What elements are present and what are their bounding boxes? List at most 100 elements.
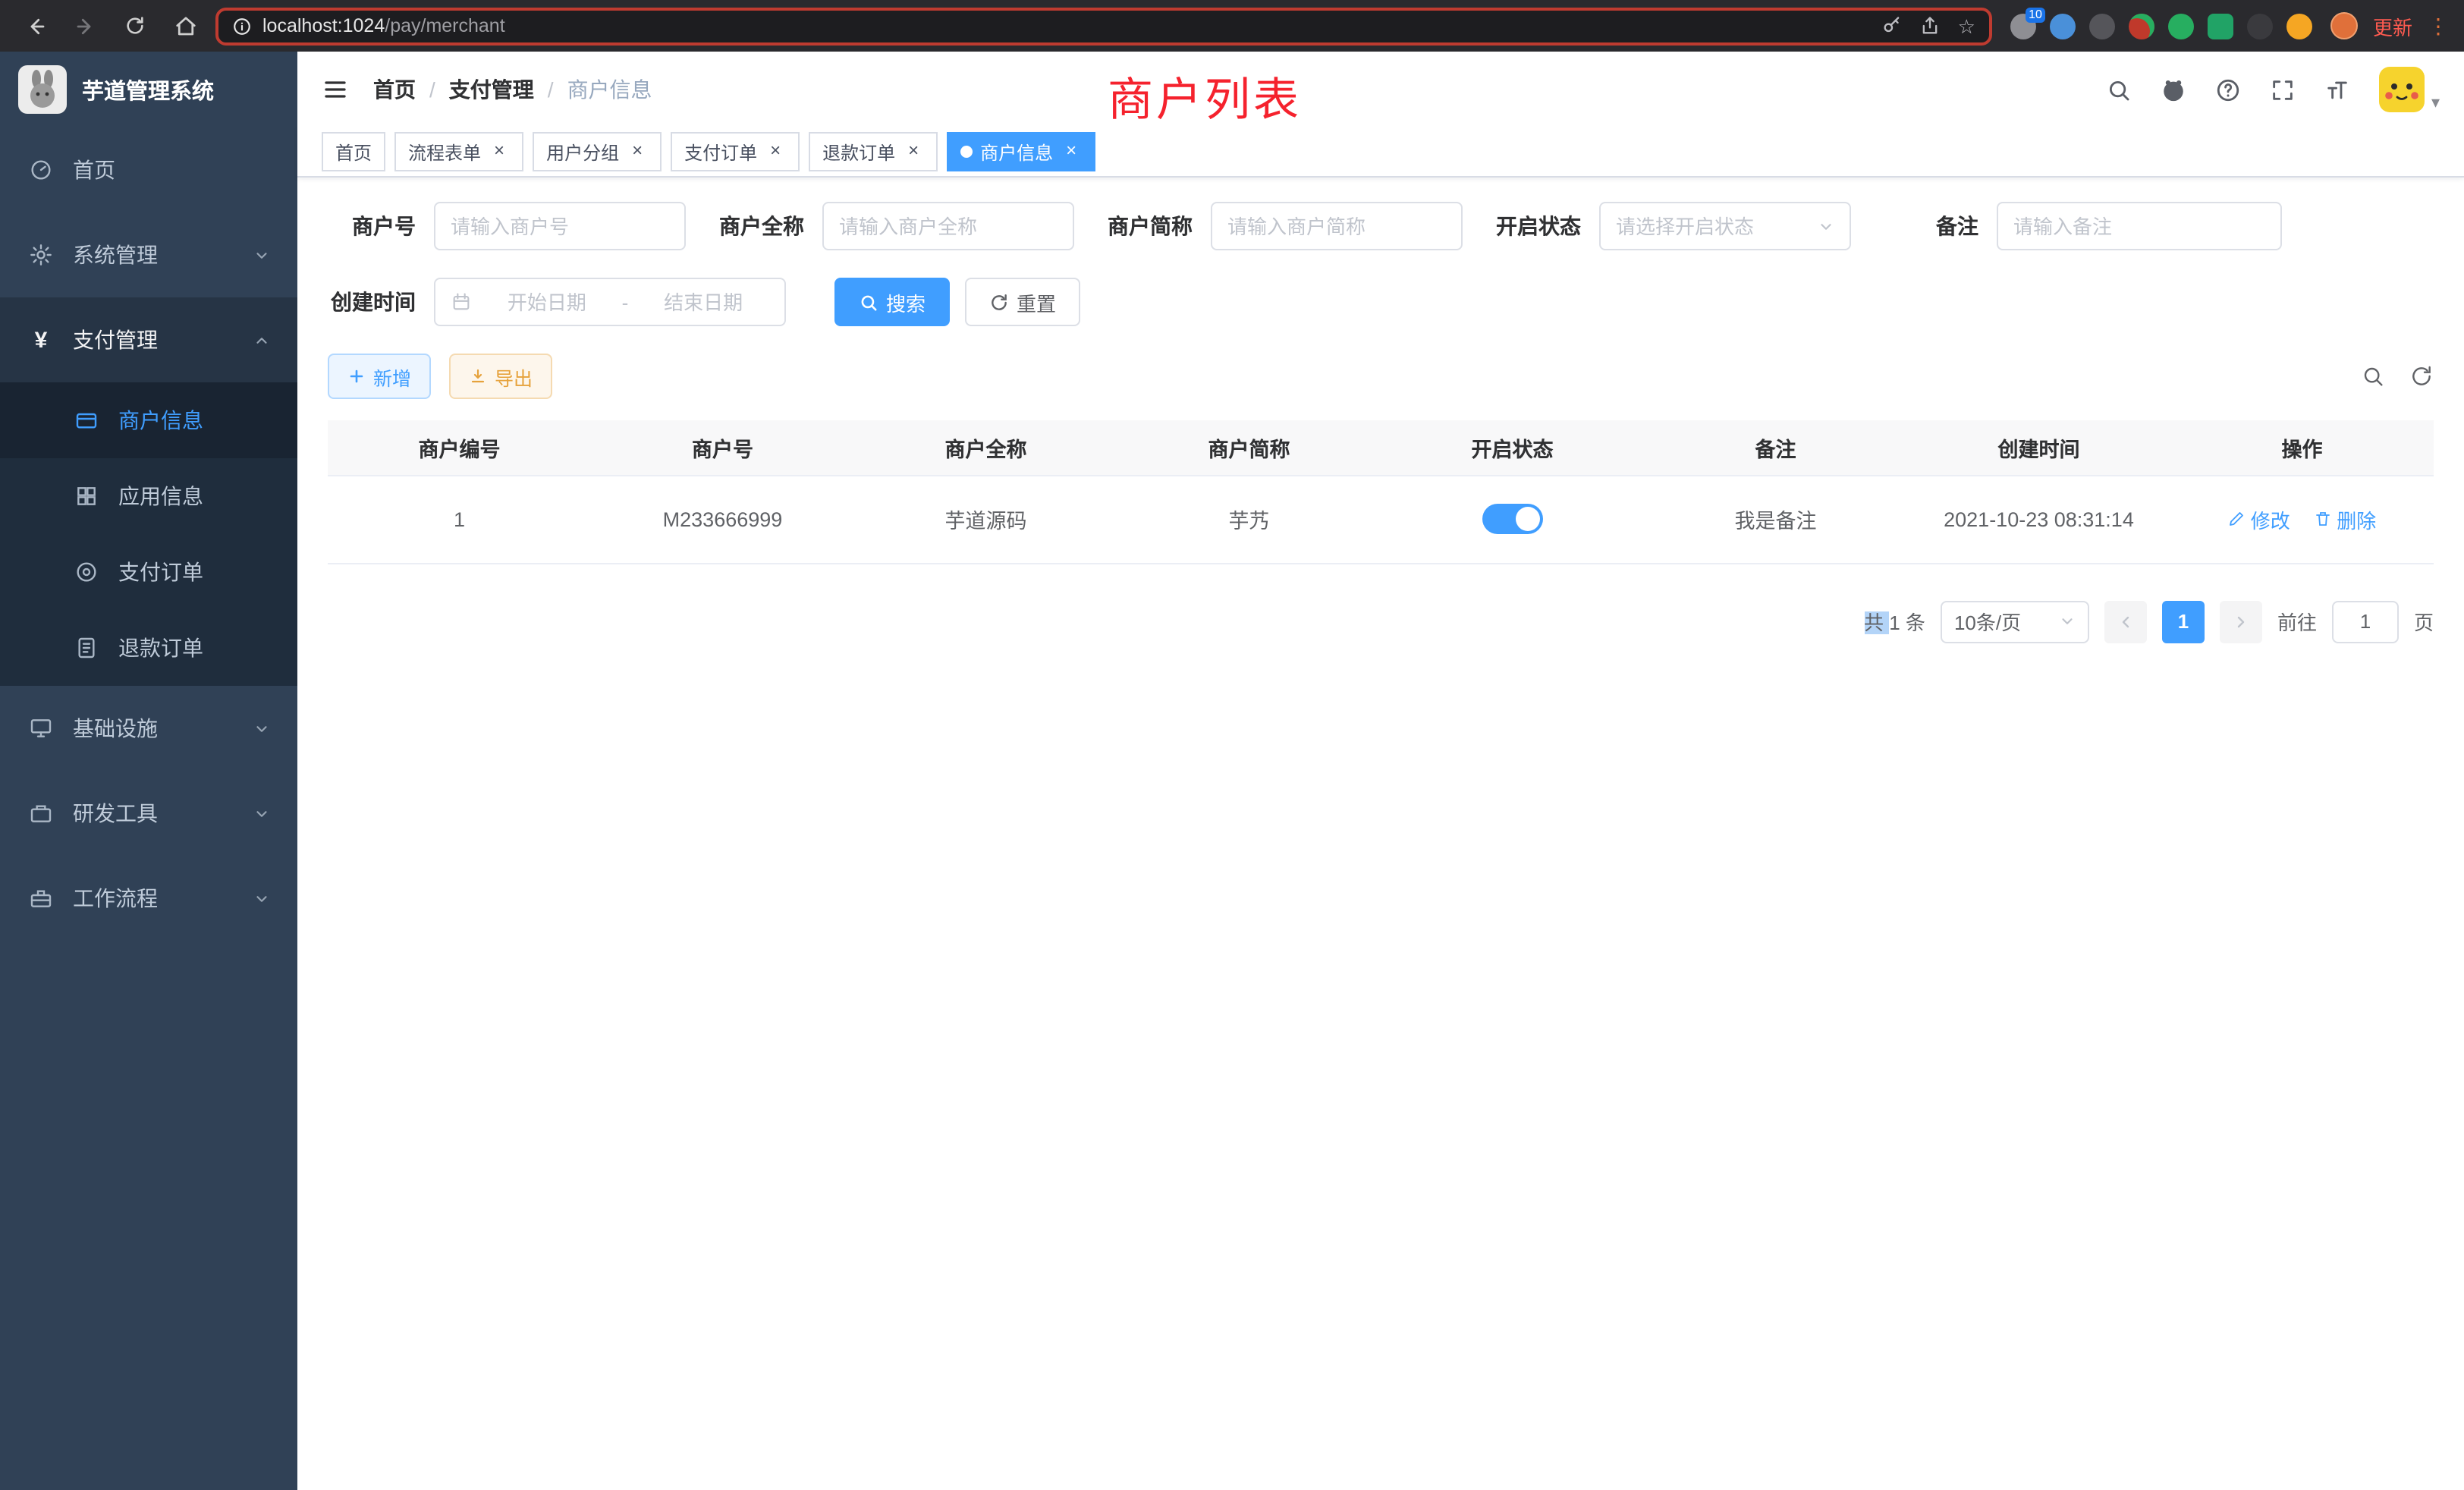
help-icon[interactable] bbox=[2216, 77, 2242, 102]
sidebar-item-label: 研发工具 bbox=[73, 798, 158, 828]
sidebar-item-workflow[interactable]: 工作流程 bbox=[0, 856, 297, 941]
extension-icon[interactable] bbox=[2129, 13, 2154, 39]
status-select[interactable] bbox=[1599, 202, 1851, 250]
sidebar-item-system[interactable]: 系统管理 bbox=[0, 212, 297, 297]
merchant-no-input[interactable] bbox=[434, 202, 686, 250]
status-select-inner[interactable] bbox=[1616, 215, 1809, 237]
browser-update-button[interactable]: 更新 bbox=[2373, 11, 2412, 40]
browser-menu-icon[interactable]: ⋮ bbox=[2428, 13, 2449, 39]
start-date-input[interactable] bbox=[481, 291, 613, 313]
sidebar-item-infrastructure[interactable]: 基础设施 bbox=[0, 686, 297, 771]
short-name-input[interactable] bbox=[1211, 202, 1463, 250]
full-name-input-inner[interactable] bbox=[839, 215, 1058, 237]
refresh-table-icon[interactable] bbox=[2409, 364, 2434, 388]
browser-profile-avatar[interactable] bbox=[2330, 12, 2358, 39]
tab-label: 商户信息 bbox=[980, 139, 1053, 165]
address-bar-actions: ☆ bbox=[1882, 15, 1975, 36]
edit-button[interactable]: 修改 bbox=[2228, 505, 2290, 533]
status-toggle[interactable] bbox=[1482, 504, 1543, 534]
end-date-input[interactable] bbox=[637, 291, 769, 313]
top-navbar: 首页 / 支付管理 / 商户信息 商户列表 bbox=[297, 52, 2464, 127]
short-name-input-inner[interactable] bbox=[1227, 215, 1446, 237]
close-icon[interactable]: × bbox=[627, 141, 648, 162]
user-avatar[interactable]: ▾ bbox=[2380, 67, 2440, 112]
tab-home[interactable]: 首页 bbox=[322, 132, 385, 171]
remark-input-inner[interactable] bbox=[2013, 215, 2265, 237]
sidebar-item-label: 商户信息 bbox=[118, 405, 203, 435]
merchant-no-input-inner[interactable] bbox=[451, 215, 669, 237]
share-icon[interactable] bbox=[1920, 15, 1941, 36]
calendar-icon bbox=[451, 291, 472, 313]
tab-pay-order[interactable]: 支付订单× bbox=[671, 132, 800, 171]
breadcrumb-pay-management[interactable]: 支付管理 bbox=[449, 74, 534, 105]
address-bar[interactable]: localhost:1024/pay/merchant ☆ bbox=[215, 7, 1992, 45]
github-icon[interactable] bbox=[2161, 77, 2187, 102]
column-header: 开启状态 bbox=[1381, 420, 1644, 475]
close-icon[interactable]: × bbox=[903, 141, 924, 162]
field-label: 商户全称 bbox=[719, 211, 804, 241]
tab-user-group[interactable]: 用户分组 × bbox=[533, 132, 662, 171]
page-number-1[interactable]: 1 bbox=[2162, 600, 2205, 643]
tab-merchant-info[interactable]: 商户信息 × bbox=[947, 132, 1095, 171]
breadcrumb-home[interactable]: 首页 bbox=[373, 74, 416, 105]
search-button-label: 搜索 bbox=[886, 288, 926, 316]
browser-home-button[interactable] bbox=[165, 6, 205, 46]
add-button[interactable]: 新增 bbox=[328, 354, 431, 399]
sidebar-item-label: 支付订单 bbox=[118, 557, 203, 587]
extension-icon[interactable] bbox=[2286, 13, 2312, 39]
sidebar-item-merchant-info[interactable]: 商户信息 bbox=[0, 382, 297, 458]
extension-icon[interactable] bbox=[2208, 13, 2233, 39]
close-icon[interactable]: × bbox=[489, 141, 510, 162]
browser-back-button[interactable] bbox=[15, 6, 55, 46]
bookmark-star-icon[interactable]: ☆ bbox=[1958, 16, 1975, 36]
tab-process-form[interactable]: 流程表单× bbox=[394, 132, 523, 171]
full-name-input[interactable] bbox=[822, 202, 1074, 250]
delete-button[interactable]: 删除 bbox=[2314, 505, 2376, 533]
date-range-picker[interactable]: - bbox=[434, 278, 786, 326]
filter-row-2: 创建时间 - 搜索 重置 bbox=[328, 278, 2434, 326]
browser-reload-button[interactable] bbox=[115, 6, 155, 46]
remark-input[interactable] bbox=[1997, 202, 2282, 250]
next-page-button[interactable] bbox=[2220, 600, 2262, 643]
sidebar-item-pay[interactable]: ¥ 支付管理 bbox=[0, 297, 297, 382]
export-button-label: 导出 bbox=[495, 362, 533, 391]
prev-page-button[interactable] bbox=[2104, 600, 2147, 643]
sidebar-item-app-info[interactable]: 应用信息 bbox=[0, 458, 297, 534]
font-size-icon[interactable] bbox=[2325, 77, 2351, 102]
sidebar-fold-icon[interactable] bbox=[322, 76, 349, 103]
export-button[interactable]: 导出 bbox=[449, 354, 552, 399]
extension-icon[interactable] bbox=[2168, 13, 2194, 39]
search-icon[interactable] bbox=[2107, 77, 2132, 102]
extension-icon[interactable] bbox=[2247, 13, 2273, 39]
app-logo[interactable]: 芋道管理系统 bbox=[0, 52, 297, 127]
page-unit-label: 页 bbox=[2414, 607, 2434, 636]
reset-button[interactable]: 重置 bbox=[965, 278, 1080, 326]
tab-refund-order[interactable]: 退款订单 × bbox=[809, 132, 938, 171]
close-icon[interactable]: × bbox=[765, 141, 786, 162]
hide-search-icon[interactable] bbox=[2361, 364, 2385, 388]
goto-page-input[interactable] bbox=[2332, 600, 2399, 643]
chevron-down-icon bbox=[1818, 218, 1834, 234]
extension-badge: 10 bbox=[2026, 7, 2045, 22]
fullscreen-icon[interactable] bbox=[2271, 77, 2296, 102]
extension-icon[interactable] bbox=[2050, 13, 2076, 39]
toolbox-icon bbox=[27, 801, 55, 825]
sidebar-item-refund-order[interactable]: 退款订单 bbox=[0, 610, 297, 686]
sidebar-item-home[interactable]: 首页 bbox=[0, 127, 297, 212]
merchant-table: 商户编号 商户号 商户全称 商户简称 开启状态 备注 创建时间 操作 1 bbox=[328, 420, 2434, 564]
search-button[interactable]: 搜索 bbox=[834, 278, 950, 326]
gear-icon bbox=[27, 243, 55, 267]
key-icon[interactable] bbox=[1882, 15, 1903, 36]
sidebar-item-pay-order[interactable]: 支付订单 bbox=[0, 534, 297, 610]
tab-label: 用户分组 bbox=[546, 139, 619, 165]
close-icon[interactable]: × bbox=[1061, 141, 1082, 162]
extension-icon[interactable] bbox=[2089, 13, 2115, 39]
sidebar-item-devtools[interactable]: 研发工具 bbox=[0, 771, 297, 856]
filter-row-1: 商户号 商户全称 商户简称 开启状态 bbox=[328, 202, 2434, 250]
extension-icon[interactable]: 10 bbox=[2010, 13, 2036, 39]
cell-create-time: 2021-10-23 08:31:14 bbox=[1907, 475, 2170, 563]
tab-label: 退款订单 bbox=[822, 139, 895, 165]
grid-icon bbox=[73, 484, 100, 508]
page-size-select[interactable]: 10条/页 bbox=[1941, 600, 2089, 643]
browser-forward-button[interactable] bbox=[65, 6, 105, 46]
